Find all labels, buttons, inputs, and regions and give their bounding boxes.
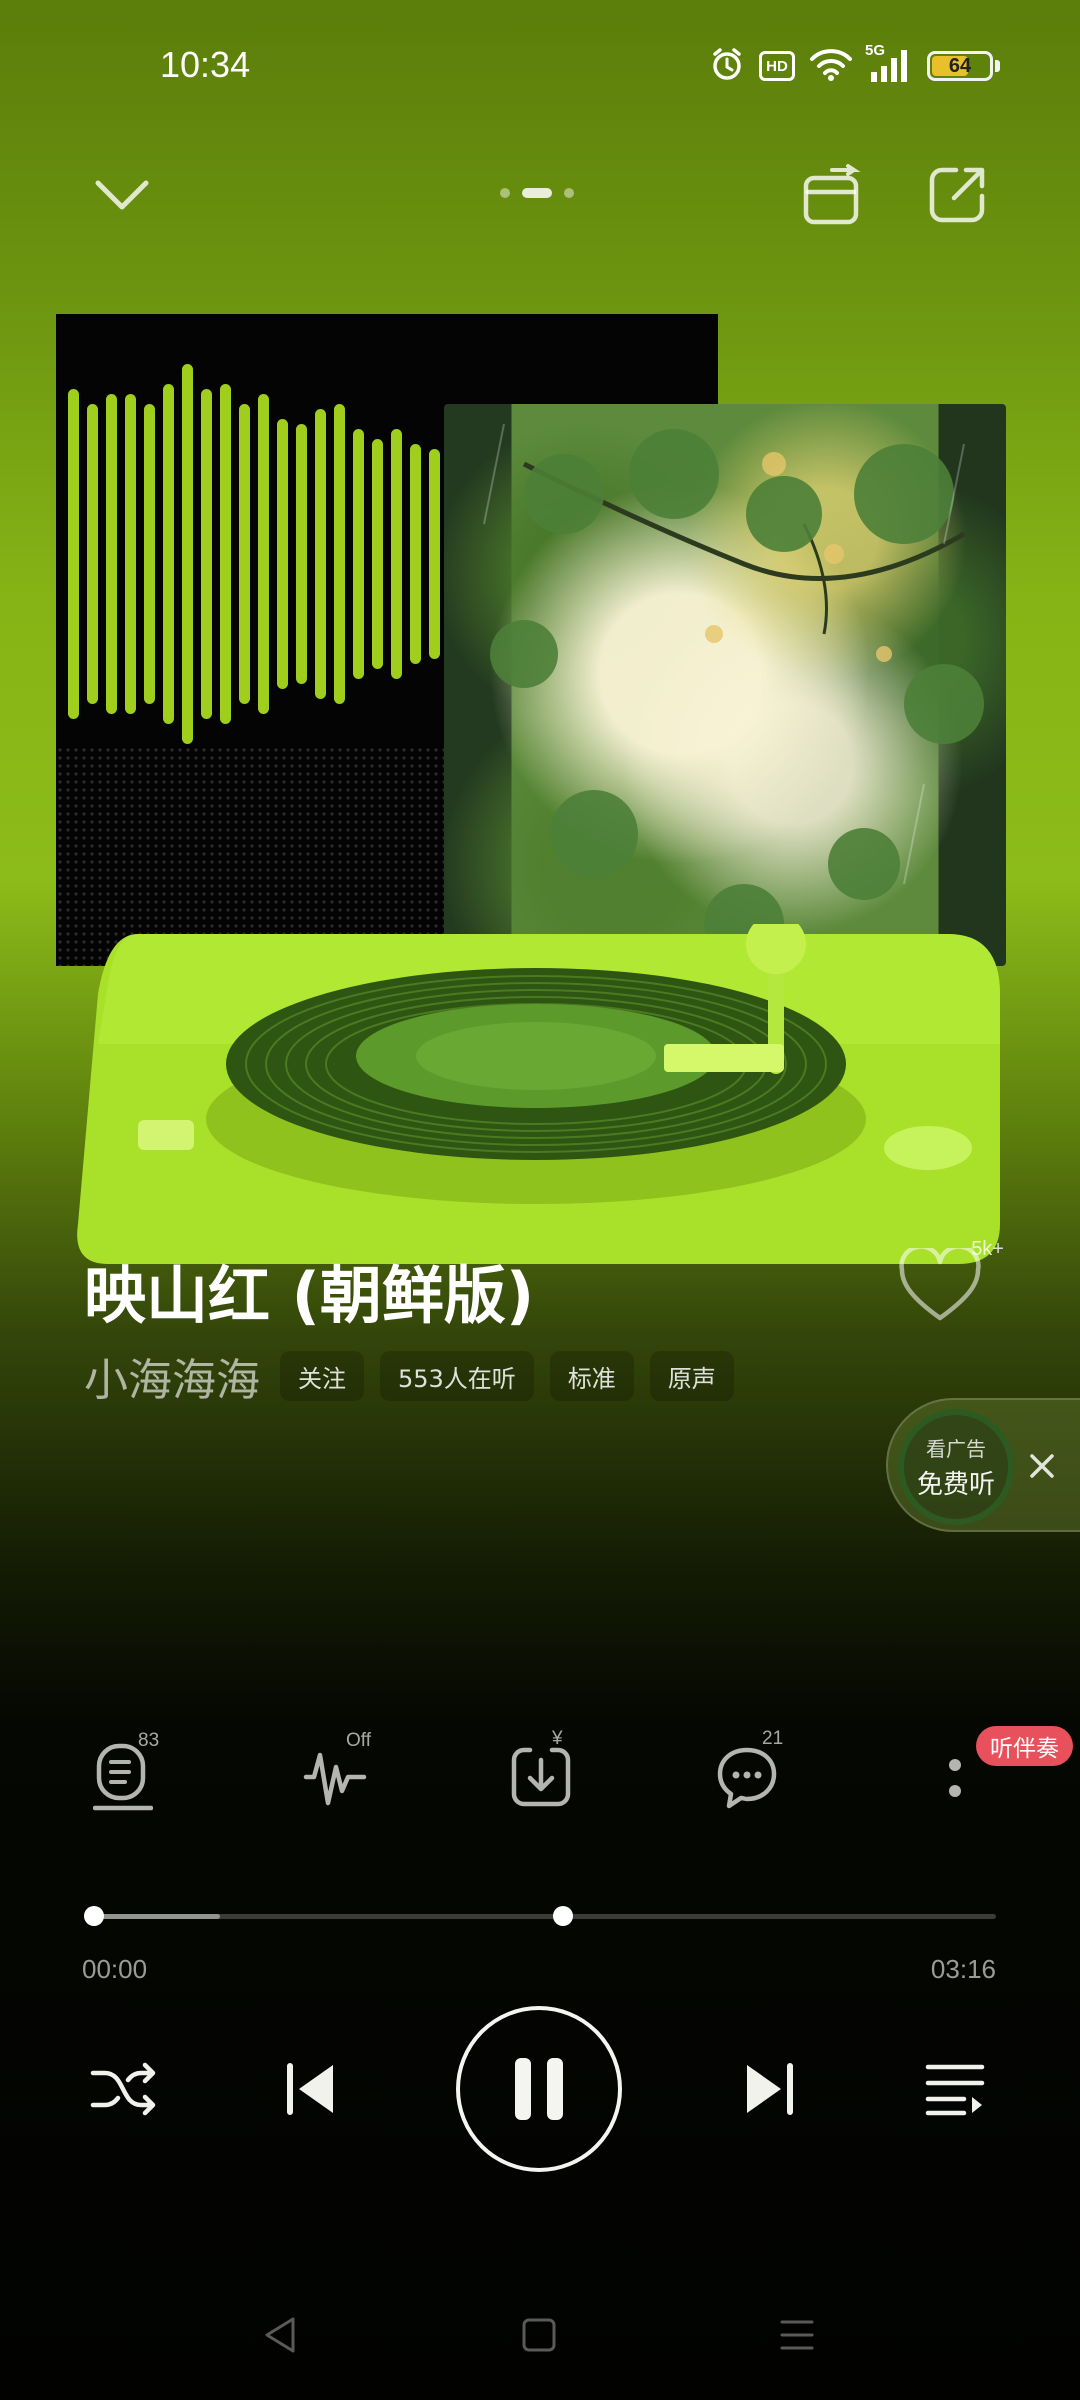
close-icon [1030,1454,1054,1478]
like-button[interactable]: 5k+ [898,1236,1008,1326]
playlist-icon [925,2064,985,2116]
status-icons: HD 5G 64 [709,42,1000,86]
nav-home-button[interactable] [494,2290,584,2380]
download-price-badge: ¥ [552,1728,563,1749]
download-button[interactable]: ¥ [486,1722,596,1832]
waveform-bar [353,429,364,679]
battery-icon: 64 [927,51,1000,81]
lyrics-count: 83 [138,1730,160,1751]
shuffle-icon [90,2062,156,2116]
like-count: 5k+ [971,1238,1004,1260]
next-icon [747,2063,793,2115]
previous-button[interactable] [256,2034,366,2144]
progress-bar[interactable] [84,1906,996,1926]
waveform-bar [239,404,250,704]
waveform-bar [277,419,288,689]
menu-icon [780,2320,814,2350]
listeners-chip[interactable]: 553人在听 [380,1351,534,1401]
page-indicator [500,188,574,198]
album-art-photo [444,404,1006,966]
waveform-bar [201,389,212,719]
download-icon [511,1747,571,1807]
hd-label: HD [766,57,788,75]
artist-row: 小海海海 关注 553人在听 标准 原声 [84,1344,734,1408]
progress-buffered [94,1914,221,1919]
waveform-bar [87,404,98,704]
playlist-button[interactable] [900,2034,1010,2144]
sound-effect-button[interactable]: Off [280,1722,390,1832]
next-button[interactable] [714,2034,824,2144]
waveform-bar [163,384,174,724]
waveform-bar [125,394,136,714]
page-dot [500,188,510,198]
sound-wave-icon [303,1752,367,1806]
share-icon [929,167,985,223]
heart-icon [899,1248,981,1321]
waveform-bar [220,384,231,724]
home-icon [522,2318,556,2352]
waveform-bar [410,444,421,664]
more-vertical-icon [949,1759,961,1797]
comment-icon [717,1747,777,1809]
waveform-bar [429,449,440,659]
previous-icon [287,2063,333,2115]
share-button[interactable] [912,150,1002,240]
waveform-bar [144,404,155,704]
ad-free-listen-widget[interactable]: 看广告 免费听 [886,1398,1080,1532]
progress-marker[interactable] [553,1906,574,1926]
device-switch-icon [803,164,861,225]
version-chip[interactable]: 原声 [649,1351,734,1401]
pause-icon [515,2058,563,2120]
signal-icon: 5G [865,42,913,84]
status-time: 10:34 [160,44,251,85]
song-title: 映山红 (朝鲜版) [84,1259,535,1332]
waveform-bar [372,439,383,669]
waveform-bar [68,389,79,719]
hd-icon: HD [759,51,795,81]
ad-circle[interactable]: 看广告 免费听 [898,1409,1014,1525]
battery-level: 64 [948,54,972,77]
waveform-bar [315,409,326,699]
ad-line-2: 免费听 [916,1470,995,1500]
turntable-graphic [68,914,1008,1284]
page-dot [564,188,574,198]
nav-back-button[interactable] [236,2290,326,2380]
wifi-icon [809,46,853,86]
total-time: 03:16 [930,1954,996,1984]
quality-chip[interactable]: 标准 [549,1351,634,1401]
page-dot-active [522,188,552,198]
follow-chip[interactable]: 关注 [280,1351,364,1401]
device-switch-button[interactable] [788,150,878,240]
waveform-bar [258,394,269,714]
effect-state: Off [346,1730,371,1751]
lyrics-button[interactable]: 83 [68,1722,178,1832]
waveform-bar [296,424,307,684]
waveform-bar [334,404,345,704]
pause-button[interactable] [456,2006,622,2172]
close-ad-button[interactable] [1018,1442,1066,1490]
progress-knob[interactable] [84,1906,104,1926]
comments-count: 21 [762,1728,784,1749]
accompaniment-badge[interactable]: 听伴奏 [976,1726,1073,1766]
waveform-bar [106,394,117,714]
current-time: 00:00 [82,1954,148,1984]
chevron-down-icon [95,180,149,210]
comments-button[interactable]: 21 [692,1722,802,1832]
artist-name[interactable]: 小海海海 [84,1344,260,1408]
back-icon [265,2317,295,2353]
network-label: 5G [865,42,886,59]
ad-line-1: 看广告 [926,1437,986,1461]
waveform-bar [391,429,402,679]
collapse-button[interactable] [77,150,167,240]
shuffle-button[interactable] [68,2034,178,2144]
forest-painting [483,423,984,964]
alarm-icon [709,46,745,86]
waveform-bar [182,364,193,744]
lyrics-icon [93,1743,153,1811]
nav-menu-button[interactable] [752,2290,842,2380]
